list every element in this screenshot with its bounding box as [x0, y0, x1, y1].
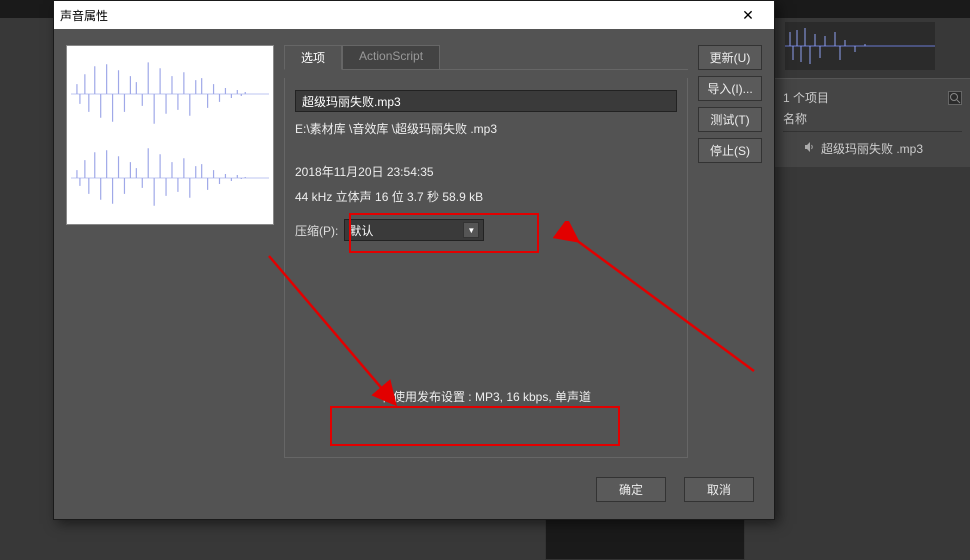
compression-select[interactable]: 默认 ▼: [344, 219, 484, 241]
item-label: 超级玛丽失败 .mp3: [821, 140, 923, 157]
audioinfo-text: 44 kHz 立体声 16 位 3.7 秒 58.9 kB: [295, 188, 677, 205]
filepath-text: E:\素材库 \音效库 \超级玛丽失败 .mp3: [295, 120, 677, 137]
waveform-preview: [66, 45, 274, 225]
project-row: 1 个项目: [783, 89, 962, 106]
import-button[interactable]: 导入(I)...: [698, 76, 762, 101]
ok-button[interactable]: 确定: [596, 477, 666, 502]
datetime-text: 2018年11月20日 23:54:35: [295, 163, 677, 180]
project-count: 1 个项目: [783, 89, 829, 106]
sound-icon: [803, 141, 815, 156]
tab-content: E:\素材库 \音效库 \超级玛丽失败 .mp3 2018年11月20日 23:…: [284, 78, 688, 458]
stop-button[interactable]: 停止(S): [698, 138, 762, 163]
compression-value: 默认: [349, 222, 373, 239]
sound-properties-dialog: 声音属性 ✕: [53, 0, 775, 520]
compression-label: 压缩(P):: [295, 222, 338, 239]
chevron-down-icon: ▼: [463, 222, 479, 238]
test-button[interactable]: 测试(T): [698, 107, 762, 132]
filename-input[interactable]: [295, 90, 677, 112]
dialog-footer: 确定 取消: [54, 469, 774, 510]
search-icon[interactable]: [948, 91, 962, 105]
titlebar: 声音属性 ✕: [54, 1, 774, 29]
compression-row: 压缩(P): 默认 ▼: [295, 219, 677, 241]
library-item[interactable]: 超级玛丽失败 .mp3: [783, 136, 962, 161]
cancel-button[interactable]: 取消: [684, 477, 754, 502]
close-icon: ✕: [742, 7, 754, 24]
bg-waveform: [785, 22, 935, 70]
library-panel: 1 个项目 名称 超级玛丽失败 .mp3: [775, 78, 970, 167]
publish-settings-text: 将使用发布设置 : MP3, 16 kbps, 单声道: [295, 388, 677, 405]
options-panel: 选项 ActionScript E:\素材库 \音效库 \超级玛丽失败 .mp3…: [284, 45, 688, 453]
dialog-title: 声音属性: [60, 7, 108, 24]
waveform-channel-right: [71, 138, 269, 218]
column-header[interactable]: 名称: [783, 110, 962, 132]
tab-options[interactable]: 选项: [284, 45, 342, 70]
right-buttons: 更新(U) 导入(I)... 测试(T) 停止(S): [698, 45, 762, 453]
close-button[interactable]: ✕: [728, 1, 768, 29]
waveform-channel-left: [71, 54, 269, 134]
col-name: 名称: [783, 110, 807, 127]
update-button[interactable]: 更新(U): [698, 45, 762, 70]
tab-bar: 选项 ActionScript: [284, 45, 688, 70]
tab-actionscript[interactable]: ActionScript: [342, 45, 440, 69]
